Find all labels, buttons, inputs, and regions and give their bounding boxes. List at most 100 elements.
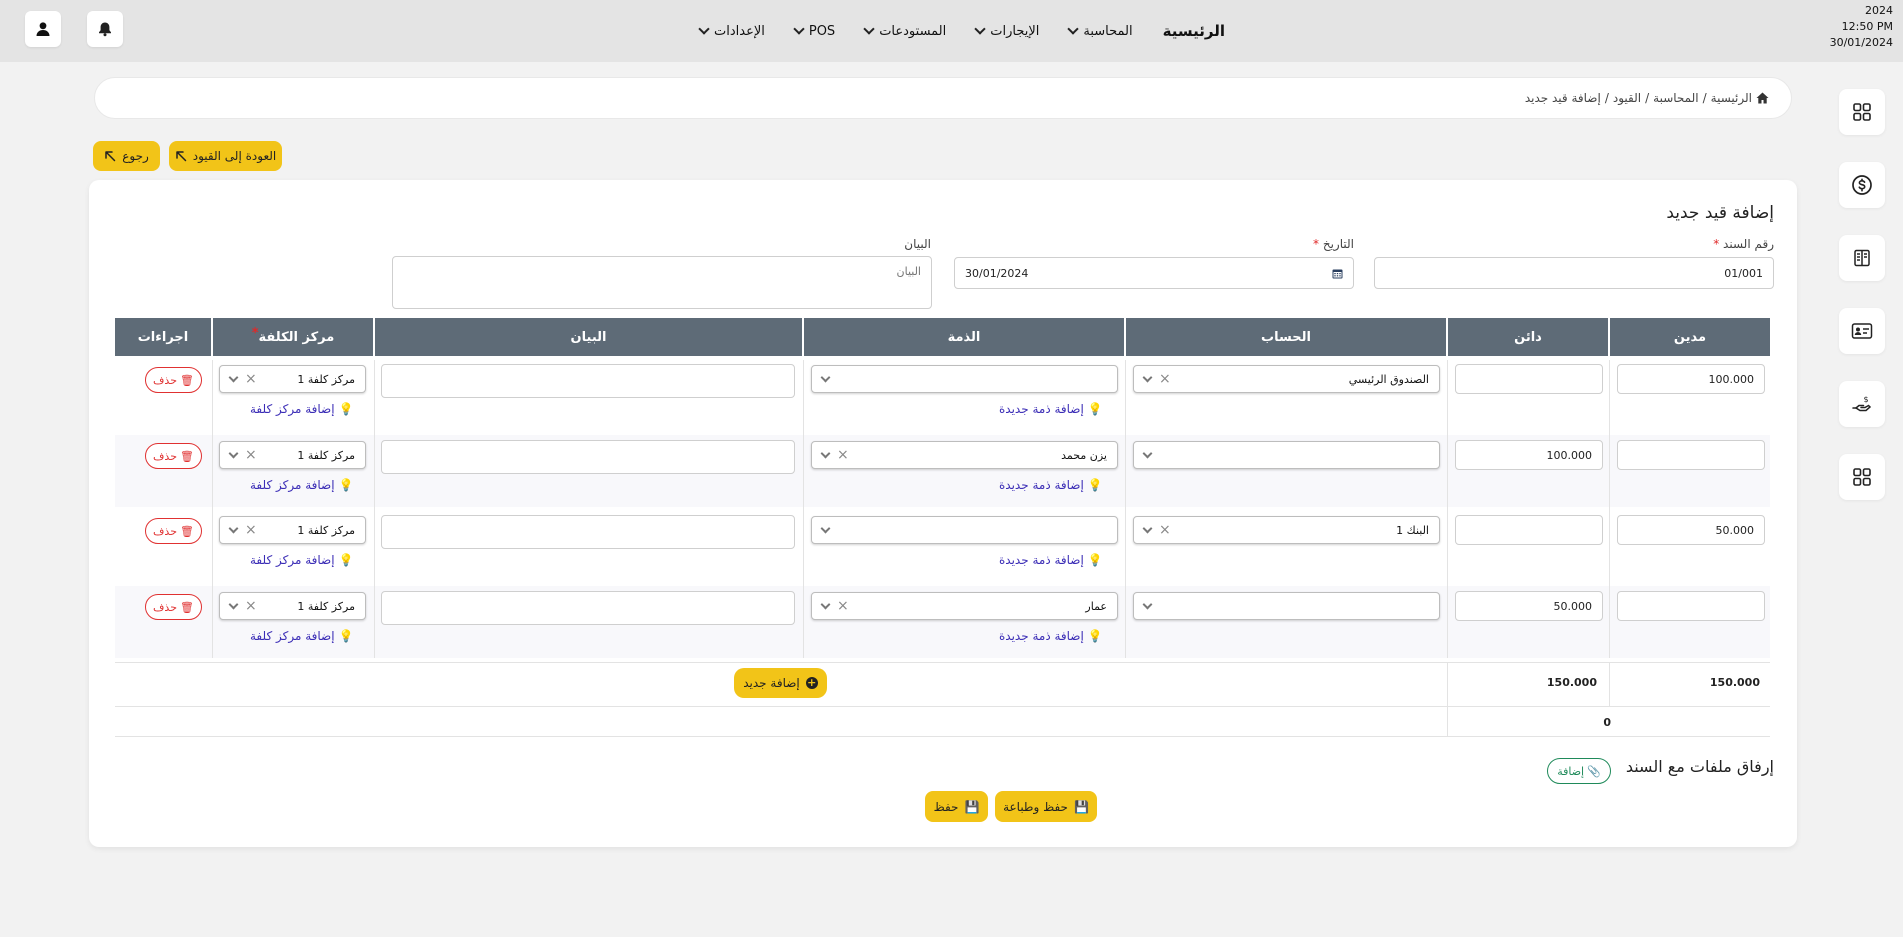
- debit-input[interactable]: [1617, 591, 1765, 621]
- breadcrumb-home[interactable]: الرئيسية: [1711, 91, 1752, 105]
- chevron-down-icon[interactable]: [1142, 372, 1153, 382]
- add-party-link[interactable]: 💡 إضافة ذمة جديدة: [999, 478, 1103, 492]
- add-cost-center-link[interactable]: 💡 إضافة مركز كلفة: [250, 402, 354, 416]
- nav-item-pos[interactable]: POS: [793, 23, 835, 39]
- row-statement-textarea[interactable]: [381, 364, 795, 398]
- clear-icon[interactable]: ×: [245, 447, 257, 463]
- nav-item-accounting[interactable]: المحاسبة: [1067, 23, 1133, 39]
- cost-center-select[interactable]: مركز كلفة 1 ×: [219, 516, 366, 544]
- credit-input[interactable]: [1455, 515, 1603, 545]
- rail-ledger-button[interactable]: [1839, 235, 1885, 281]
- party-select[interactable]: [811, 365, 1118, 393]
- clear-icon[interactable]: ×: [245, 522, 257, 538]
- chevron-down-icon[interactable]: [228, 372, 239, 382]
- required-mark: *: [1313, 237, 1320, 251]
- clear-icon[interactable]: ×: [837, 447, 849, 463]
- chevron-down-icon[interactable]: [1142, 599, 1153, 609]
- chevron-down-icon[interactable]: [1142, 523, 1153, 533]
- debit-input[interactable]: 50.000: [1617, 515, 1765, 545]
- account-value: الصندوق الرئيسي: [1348, 372, 1429, 386]
- add-party-link[interactable]: 💡 إضافة ذمة جديدة: [999, 629, 1103, 643]
- breadcrumb-accounting[interactable]: المحاسبة: [1653, 91, 1698, 105]
- debit-input[interactable]: [1617, 440, 1765, 470]
- party-select[interactable]: [811, 516, 1118, 544]
- statement-textarea[interactable]: [392, 256, 932, 309]
- add-attachment-button[interactable]: 📎 إضافة: [1547, 758, 1611, 784]
- notifications-button[interactable]: [87, 11, 123, 47]
- clear-icon[interactable]: ×: [1159, 522, 1171, 538]
- rail-dashboard-button[interactable]: [1839, 89, 1885, 135]
- clear-icon[interactable]: ×: [245, 598, 257, 614]
- nav-item-warehouses[interactable]: المستودعات: [863, 23, 946, 39]
- save-button[interactable]: 💾 حفظ: [925, 791, 988, 822]
- add-party-link[interactable]: 💡 إضافة ذمة جديدة: [999, 402, 1103, 416]
- plus-circle-icon: +: [805, 676, 818, 689]
- chevron-down-icon[interactable]: [228, 448, 239, 458]
- column-divider: [1447, 360, 1448, 658]
- party-select[interactable]: عمار ×: [811, 592, 1118, 620]
- row-statement-textarea[interactable]: [381, 591, 795, 625]
- lightbulb-icon: 💡: [338, 553, 354, 567]
- clock-date: 30/01/2024: [1829, 36, 1893, 49]
- cost-center-select[interactable]: مركز كلفة 1 ×: [219, 441, 366, 469]
- breadcrumb-entries[interactable]: القيود: [1613, 91, 1641, 105]
- credit-input[interactable]: 100.000: [1455, 440, 1603, 470]
- attachments-title: إرفاق ملفات مع السند: [1625, 757, 1774, 776]
- nav-item-home[interactable]: الرئيسية: [1163, 22, 1225, 40]
- clear-icon[interactable]: ×: [1159, 371, 1171, 387]
- add-party-label: إضافة ذمة جديدة: [999, 402, 1084, 416]
- row-statement-textarea[interactable]: [381, 515, 795, 549]
- clear-icon[interactable]: ×: [837, 598, 849, 614]
- nav-item-settings[interactable]: الإعدادات: [698, 23, 765, 39]
- rail-apps-button[interactable]: [1839, 454, 1885, 500]
- chevron-down-icon[interactable]: [228, 599, 239, 609]
- delete-label: حذف: [153, 373, 178, 387]
- cost-center-select[interactable]: مركز كلفة 1 ×: [219, 592, 366, 620]
- account-select[interactable]: الصندوق الرئيسي ×: [1133, 365, 1440, 393]
- doc-number-input[interactable]: [1374, 257, 1774, 289]
- party-select[interactable]: يزن محمد ×: [811, 441, 1118, 469]
- account-select[interactable]: البنك 1 ×: [1133, 516, 1440, 544]
- account-select[interactable]: [1133, 441, 1440, 469]
- chevron-down-icon[interactable]: [820, 372, 831, 382]
- delete-row-button[interactable]: 🗑 حذف: [145, 367, 202, 393]
- credit-input[interactable]: 50.000: [1455, 591, 1603, 621]
- row-statement-textarea[interactable]: [381, 440, 795, 474]
- header-account: الحساب: [1126, 318, 1446, 356]
- add-cost-center-link[interactable]: 💡 إضافة مركز كلفة: [250, 629, 354, 643]
- chevron-down-icon[interactable]: [820, 523, 831, 533]
- total-debit: 150.000: [1709, 676, 1760, 689]
- chevron-down-icon[interactable]: [1142, 448, 1153, 458]
- credit-input[interactable]: [1455, 364, 1603, 394]
- clear-icon[interactable]: ×: [245, 371, 257, 387]
- add-cost-center-link[interactable]: 💡 إضافة مركز كلفة: [250, 553, 354, 567]
- add-party-link[interactable]: 💡 إضافة ذمة جديدة: [999, 553, 1103, 567]
- nav-item-rentals[interactable]: الإيجارات: [974, 23, 1039, 39]
- save-print-button[interactable]: 💾 حفظ وطباعة: [995, 791, 1097, 822]
- account-select[interactable]: [1133, 592, 1440, 620]
- delete-row-button[interactable]: 🗑 حذف: [145, 518, 202, 544]
- calendar-icon[interactable]: [1332, 268, 1343, 279]
- back-button[interactable]: رجوع: [93, 141, 160, 171]
- chevron-down-icon[interactable]: [820, 599, 831, 609]
- select-controls: [820, 372, 831, 382]
- chevron-down-icon[interactable]: [820, 448, 831, 458]
- rail-id-card-button[interactable]: [1839, 308, 1885, 354]
- delete-row-button[interactable]: 🗑 حذف: [145, 443, 202, 469]
- cost-center-select[interactable]: مركز كلفة 1 ×: [219, 365, 366, 393]
- rail-payments-button[interactable]: $: [1839, 381, 1885, 427]
- user-button[interactable]: [25, 11, 61, 47]
- debit-input[interactable]: 100.000: [1617, 364, 1765, 394]
- hand-money-icon: $: [1852, 395, 1872, 412]
- header-cost-center-text: مركز الكلفة: [258, 329, 335, 345]
- chevron-down-icon[interactable]: [228, 523, 239, 533]
- delete-row-button[interactable]: 🗑 حذف: [145, 594, 202, 620]
- add-cost-center-link[interactable]: 💡 إضافة مركز كلفة: [250, 478, 354, 492]
- party-value: يزن محمد: [1061, 448, 1107, 462]
- book-icon: [1854, 249, 1870, 267]
- add-row-button[interactable]: + إضافة جديد: [734, 668, 827, 698]
- lightbulb-icon: 💡: [338, 478, 354, 492]
- back-to-entries-button[interactable]: العودة إلى القيود: [169, 141, 282, 171]
- date-input[interactable]: 30/01/2024: [954, 257, 1354, 289]
- rail-finance-button[interactable]: [1839, 162, 1885, 208]
